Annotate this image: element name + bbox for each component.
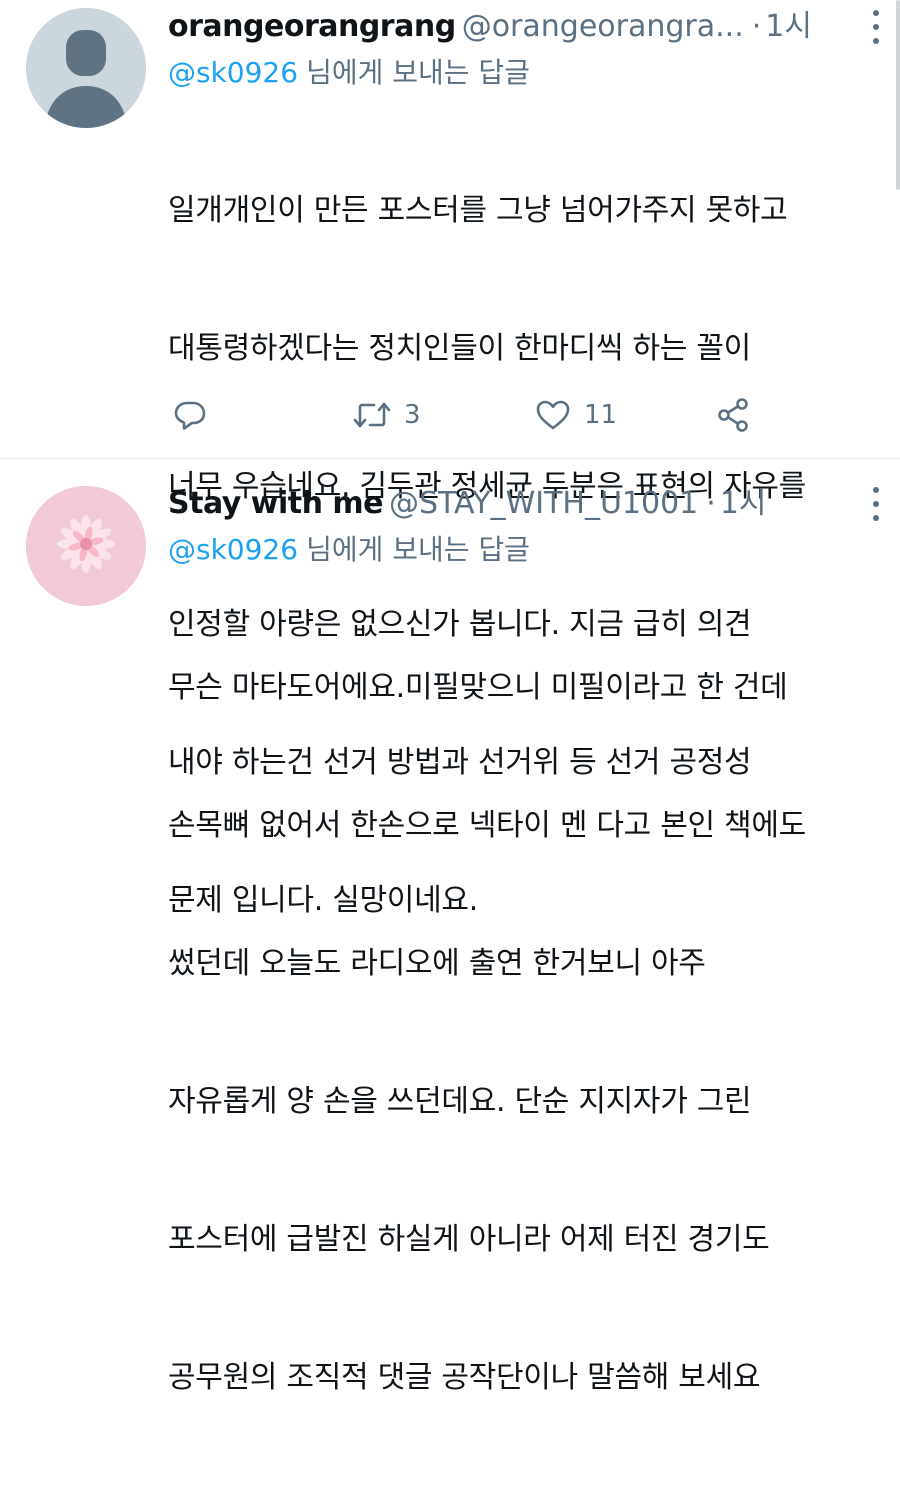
avatar[interactable] [26,486,146,606]
reply-mention-link[interactable]: @sk0926 [168,56,298,89]
heart-icon [536,400,570,430]
tweet-text-line: 공무원의 조직적 댓글 공작단이나 말씀해 보세요 [168,1360,761,1395]
display-name[interactable]: orangeorangrang [168,9,456,44]
tweet-header: Stay with me @STAY_WITH_U1001 · 1시 [168,481,876,527]
more-vertical-icon[interactable] [870,487,882,521]
like-button[interactable]: 11 [534,392,617,438]
more-vertical-icon[interactable] [870,10,882,44]
reply-context: @sk0926 님에게 보내는 답글 [168,527,876,573]
tweet-card[interactable]: orangeorangrang @orangeorangra... · 1시 @sk0… [0,0,900,918]
tweet-text-line: 일개개인이 만든 포스터를 그냥 넘어가주지 못하고 [168,193,788,228]
share-button[interactable] [716,392,752,438]
retweet-count: 3 [404,400,421,430]
tweet-header: orangeorangrang @orangeorangra... · 1시 [168,4,876,50]
reply-context-label: 님에게 보내는 답글 [306,533,530,566]
reply-icon [174,401,206,430]
tweet-card[interactable]: Stay with me @STAY_WITH_U1001 · 1시 @sk0926 님… [0,459,900,1395]
tweet-text-line: 손목뼈 없어서 한손으로 넥타이 멘 다고 본인 책에도 [168,808,806,843]
tweet-text: 무슨 마타도어에요.미필맞으니 미필이라고 한 건데 손목뼈 없어서 한손으로 … [168,573,876,1493]
reply-button[interactable] [172,392,208,438]
timestamp[interactable]: 1시 [765,9,812,44]
avatar[interactable] [26,8,146,128]
reply-context: @sk0926 님에게 보내는 답글 [168,50,876,96]
tweet-text-line: 자유롭게 양 손을 쓰던데요. 단순 지지자가 그린 [168,1084,752,1119]
reply-mention-link[interactable]: @sk0926 [168,533,298,566]
share-icon [718,398,748,432]
tweet-actions: 3 11 [168,392,768,438]
separator-dot: · [751,9,762,44]
retweet-icon [353,402,391,428]
display-name[interactable]: Stay with me [168,486,384,521]
timestamp[interactable]: 1시 [720,486,767,521]
tweet-text-line: 무슨 마타도어에요.미필맞으니 미필이라고 한 건데 [168,670,788,705]
retweet-button[interactable]: 3 [352,392,421,438]
reply-context-label: 님에게 보내는 답글 [306,56,530,89]
user-handle[interactable]: @STAY_WITH_U1001 [389,486,698,521]
pink-flower-avatar-icon [26,486,146,606]
default-avatar-icon [26,8,146,128]
tweet-text-line: 썼던데 오늘도 라디오에 출연 한거보니 아주 [168,946,706,981]
tweet-text-line: 대통령하겠다는 정치인들이 한마디씩 하는 꼴이 [168,331,751,366]
user-handle[interactable]: @orangeorangra... [462,9,744,44]
like-count: 11 [584,400,618,430]
separator-dot: · [706,486,716,521]
tweet-text-line: 포스터에 급발진 하실게 아니라 어제 터진 경기도 [168,1222,770,1257]
